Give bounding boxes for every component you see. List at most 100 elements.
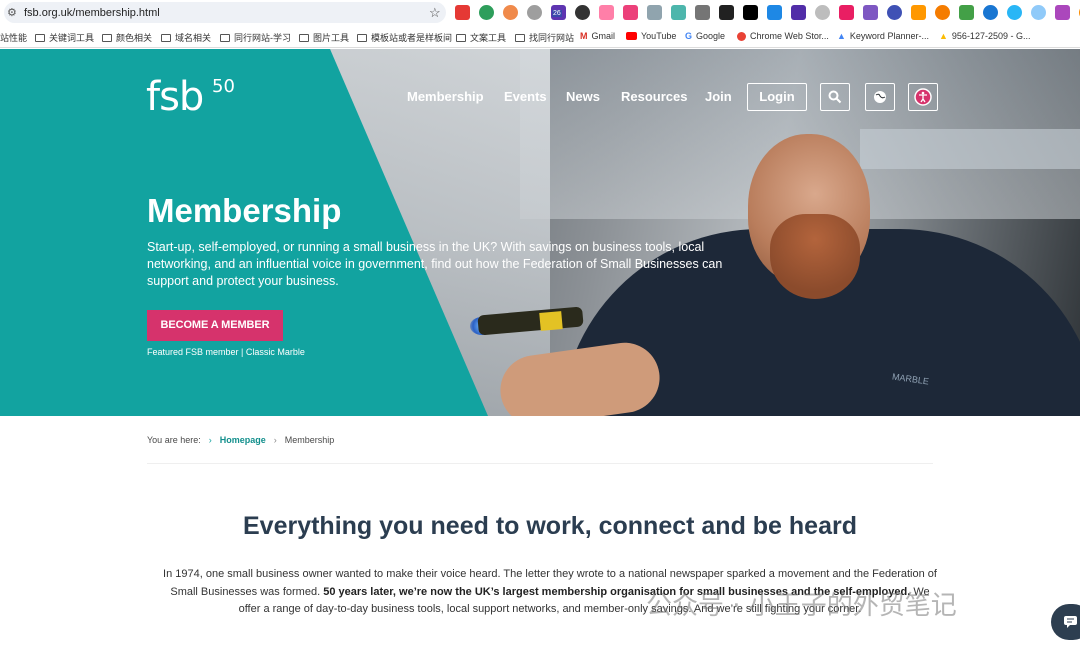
bookmark-item[interactable]: G Google <box>685 31 725 41</box>
extension-icon[interactable] <box>647 5 662 20</box>
extension-icon[interactable] <box>671 5 686 20</box>
nav-news[interactable]: News <box>566 89 600 104</box>
hero-photo-pipe <box>860 129 1080 169</box>
folder-icon <box>161 33 171 42</box>
nav-events[interactable]: Events <box>504 89 547 104</box>
extension-icon[interactable] <box>599 5 614 20</box>
accessibility-button[interactable] <box>908 83 938 111</box>
extension-icon[interactable] <box>1055 5 1070 20</box>
folder-icon <box>456 33 466 42</box>
folder-icon <box>357 33 367 42</box>
chat-button[interactable] <box>1051 604 1080 640</box>
google-ads-icon: ▲ <box>939 31 948 41</box>
bookmarks-bar: 站性能 关键词工具 颜色相关 域名相关 同行网站-学习 图片工具 模板站或者是样… <box>0 26 1080 48</box>
breadcrumb: You are here: › Homepage › Membership <box>147 435 334 445</box>
nav-membership[interactable]: Membership <box>407 89 484 104</box>
bookmark-item[interactable]: 图片工具 <box>299 31 349 44</box>
become-member-button[interactable]: BECOME A MEMBER <box>147 310 283 341</box>
extension-icon[interactable] <box>911 5 926 20</box>
search-icon <box>828 90 842 104</box>
hero-photo-torch-band <box>539 311 563 331</box>
chevron-right-icon: › <box>208 435 212 445</box>
extension-icon[interactable] <box>815 5 830 20</box>
bookmark-label: Keyword Planner-... <box>849 31 929 41</box>
extension-icon[interactable] <box>743 5 758 20</box>
search-button[interactable] <box>820 83 850 111</box>
extension-icon[interactable] <box>503 5 518 20</box>
hero-photo-beard <box>770 214 860 299</box>
accessibility-icon <box>914 88 932 106</box>
extension-badge: 26 <box>552 10 562 17</box>
extension-icon[interactable] <box>455 5 470 20</box>
google-icon: G <box>685 31 693 41</box>
extension-icon[interactable] <box>791 5 806 20</box>
bookmark-item[interactable]: 颜色相关 <box>102 31 152 44</box>
extension-icon[interactable] <box>983 5 998 20</box>
folder-icon <box>299 33 309 42</box>
extension-icon[interactable] <box>959 5 974 20</box>
extension-icon[interactable] <box>1007 5 1022 20</box>
extension-icon[interactable] <box>839 5 854 20</box>
bookmark-label: 956-127-2509 - G... <box>951 31 1031 41</box>
hero-title: Membership <box>147 192 342 229</box>
google-ads-icon: ▲ <box>837 31 846 41</box>
extension-icon[interactable] <box>863 5 878 20</box>
breadcrumb-home-link[interactable]: Homepage <box>220 435 266 445</box>
extension-icon[interactable] <box>575 5 590 20</box>
featured-member-caption: Featured FSB member | Classic Marble <box>147 347 305 357</box>
bookmark-item[interactable]: 域名相关 <box>161 31 211 44</box>
bookmark-item[interactable]: 同行网站-学习 <box>220 31 291 44</box>
folder-icon <box>102 33 112 42</box>
gmail-icon: M <box>580 31 588 41</box>
bookmark-label: Chrome Web Stor... <box>750 31 829 41</box>
watermark-text: 公众号 · 小王子的外贸笔记 <box>646 591 957 621</box>
extension-icon[interactable] <box>695 5 710 20</box>
bookmark-star-icon[interactable]: ☆ <box>429 5 441 21</box>
fsb-logo[interactable]: fsb 50 <box>146 74 235 120</box>
extension-icon[interactable] <box>527 5 542 20</box>
extension-icon[interactable] <box>719 5 734 20</box>
hero-description: Start-up, self-employed, or running a sm… <box>147 240 723 288</box>
browser-toolbar: ⚙ fsb.org.uk/membership.html ☆ 26 <box>0 0 1080 25</box>
bookmark-item[interactable]: ▲ Keyword Planner-... <box>837 31 929 41</box>
extension-bar: 26 <box>455 5 1080 21</box>
bookmark-item[interactable]: YouTube <box>626 31 676 41</box>
bookmark-label: 关键词工具 <box>49 33 95 43</box>
folder-icon <box>515 33 525 42</box>
section-title: Everything you need to work, connect and… <box>242 512 857 540</box>
breadcrumb-prefix: You are here: <box>147 435 201 445</box>
bookmark-item[interactable]: 文案工具 <box>456 31 506 44</box>
bookmark-item[interactable]: 模板站或者是样板间 <box>357 31 452 44</box>
chrome-store-icon <box>737 31 746 41</box>
extension-icon[interactable] <box>767 5 782 20</box>
chat-icon <box>1064 616 1077 628</box>
bookmark-item[interactable]: 找同行网站 <box>515 31 574 44</box>
divider <box>147 463 933 464</box>
bookmark-label: YouTube <box>641 31 677 41</box>
extension-icon[interactable] <box>1031 5 1046 20</box>
bookmark-item[interactable]: 站性能 <box>0 31 27 44</box>
bookmark-label: 颜色相关 <box>116 33 153 43</box>
extension-icon[interactable] <box>935 5 950 20</box>
nav-resources[interactable]: Resources <box>621 89 687 104</box>
address-bar[interactable]: ⚙ fsb.org.uk/membership.html ☆ <box>4 2 446 23</box>
extension-icon[interactable]: 26 <box>551 5 566 20</box>
folder-icon <box>35 33 45 42</box>
site-info-icon[interactable]: ⚙ <box>7 6 17 19</box>
bookmark-label: 域名相关 <box>175 33 212 43</box>
language-button[interactable] <box>865 83 895 111</box>
chevron-right-icon: › <box>273 435 277 445</box>
bookmark-label: 同行网站-学习 <box>234 33 291 43</box>
bookmark-label: Gmail <box>591 31 616 41</box>
folder-icon <box>220 33 230 42</box>
bookmark-item[interactable]: 关键词工具 <box>35 31 94 44</box>
extension-icon[interactable] <box>479 5 494 20</box>
address-url[interactable]: fsb.org.uk/membership.html <box>24 7 160 19</box>
bookmark-item[interactable]: ▲ 956-127-2509 - G... <box>939 31 1030 41</box>
nav-join[interactable]: Join <box>705 89 732 104</box>
bookmark-item[interactable]: M Gmail <box>580 31 615 41</box>
login-button[interactable]: Login <box>747 83 807 111</box>
extension-icon[interactable] <box>623 5 638 20</box>
bookmark-item[interactable]: Chrome Web Stor... <box>737 31 829 41</box>
extension-icon[interactable] <box>887 5 902 20</box>
